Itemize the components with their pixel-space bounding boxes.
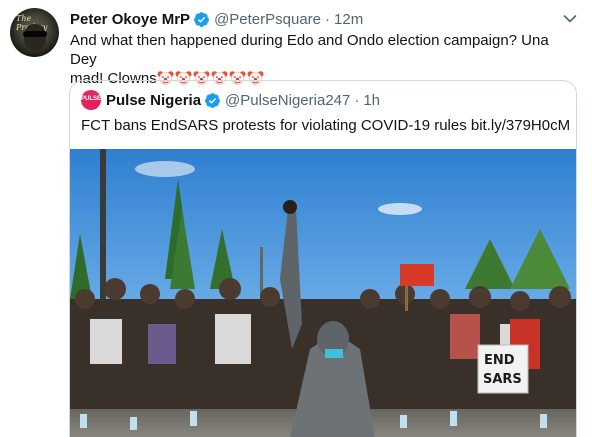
photo-sign-sars: SARS bbox=[483, 372, 522, 387]
quoted-author-handle[interactable]: @PulseNigeria247 bbox=[225, 92, 350, 109]
author-name[interactable]: Peter Okoye MrP bbox=[70, 11, 190, 28]
author-handle[interactable]: @PeterPsquare bbox=[214, 11, 321, 28]
quoted-tweet-text: FCT bans EndSARS protests for violating … bbox=[81, 117, 571, 134]
quoted-tweet-header: Pulse Nigeria @PulseNigeria247 · 1h bbox=[106, 90, 380, 110]
tweet-text-line-1: And what then happened during Edo and On… bbox=[70, 32, 549, 68]
tweet-header: Peter Okoye MrP @PeterPsquare · 12m bbox=[70, 9, 363, 29]
author-avatar[interactable]: The Prodigy bbox=[10, 8, 59, 57]
avatar-face bbox=[24, 24, 46, 50]
quoted-header-separator: · bbox=[354, 91, 360, 109]
protest-photo[interactable]: END SARS bbox=[70, 149, 577, 437]
chevron-down-icon[interactable] bbox=[562, 11, 578, 27]
quoted-author-avatar[interactable]: PULSE bbox=[81, 90, 101, 110]
verified-badge-icon bbox=[205, 92, 220, 108]
quoted-avatar-logo-text: PULSE bbox=[81, 96, 101, 102]
quoted-tweet[interactable]: PULSE Pulse Nigeria @PulseNigeria247 · 1… bbox=[69, 80, 577, 437]
quoted-author-name[interactable]: Pulse Nigeria bbox=[106, 92, 201, 109]
header-separator: · bbox=[325, 10, 331, 28]
tweet-timestamp[interactable]: 12m bbox=[334, 11, 363, 28]
tweet[interactable]: The Prodigy Peter Okoye MrP @PeterPsquar… bbox=[0, 0, 592, 437]
quoted-timestamp[interactable]: 1h bbox=[363, 92, 380, 109]
photo-sign-end: END bbox=[484, 353, 515, 368]
avatar-sunglasses bbox=[23, 31, 47, 37]
verified-badge-icon bbox=[194, 11, 209, 27]
